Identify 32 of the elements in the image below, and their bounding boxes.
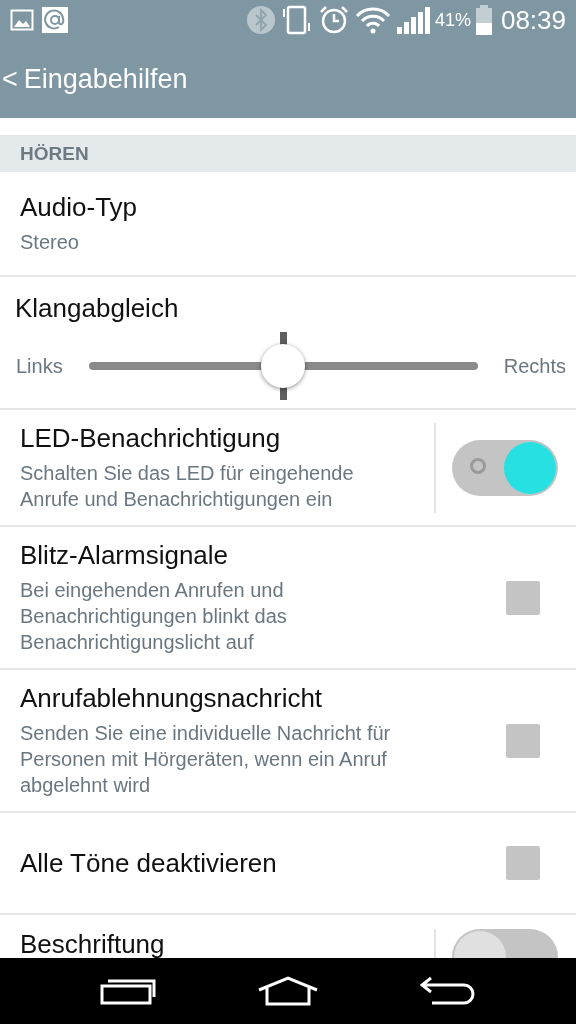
- checkbox[interactable]: [506, 723, 540, 758]
- vibrate-icon: [280, 5, 313, 35]
- home-icon[interactable]: [257, 976, 319, 1006]
- wifi-icon: [354, 5, 391, 35]
- clock: 08:39: [500, 4, 566, 36]
- setting-title: Blitz-Alarmsignale: [20, 540, 230, 571]
- slider-label: Links: [16, 354, 63, 378]
- checkbox[interactable]: [506, 580, 540, 615]
- setting-title: Anrufablehnungsnachricht: [20, 683, 324, 714]
- setting-summary: Schalten Sie das LED für eingehende Anrufe und Benachrichtigungen ein: [20, 461, 355, 512]
- section-header: HÖREN: [0, 135, 576, 172]
- bluetooth-icon: [245, 5, 276, 35]
- slider-thumb[interactable]: [261, 344, 306, 388]
- image-icon: [10, 8, 34, 32]
- setting-summary: Senden Sie eine individuelle Nachricht für Personen mit Hörgeräten, wenn ein Anruf abgelehnt wird: [20, 721, 392, 798]
- setting-title: Beschriftung: [20, 929, 166, 958]
- email-icon: [42, 7, 68, 33]
- checkbox[interactable]: [506, 846, 540, 880]
- slider-label: Rechts: [503, 354, 566, 378]
- balance-slider[interactable]: [88, 332, 478, 400]
- signal-icon: [395, 5, 430, 35]
- battery-percentage: 41%: [434, 9, 471, 31]
- setting-summary: Stereo: [20, 230, 80, 255]
- battery-icon: [475, 5, 492, 35]
- setting-title: Audio-Typ: [20, 192, 139, 223]
- setting-summary: Bei eingehenden Anrufen und Benachrichtigungen blinkt das Benachrichtigungslicht auf: [20, 578, 288, 655]
- back-button[interactable]: < Eingabehilfen: [0, 63, 188, 95]
- setting-title: Klangabgleich: [14, 292, 180, 324]
- setting-title: LED-Benachrichtigung: [20, 423, 282, 454]
- setting-title: Alle Töne deaktivieren: [20, 847, 278, 879]
- back-icon[interactable]: [419, 976, 476, 1006]
- recent-apps-icon[interactable]: [100, 977, 157, 1005]
